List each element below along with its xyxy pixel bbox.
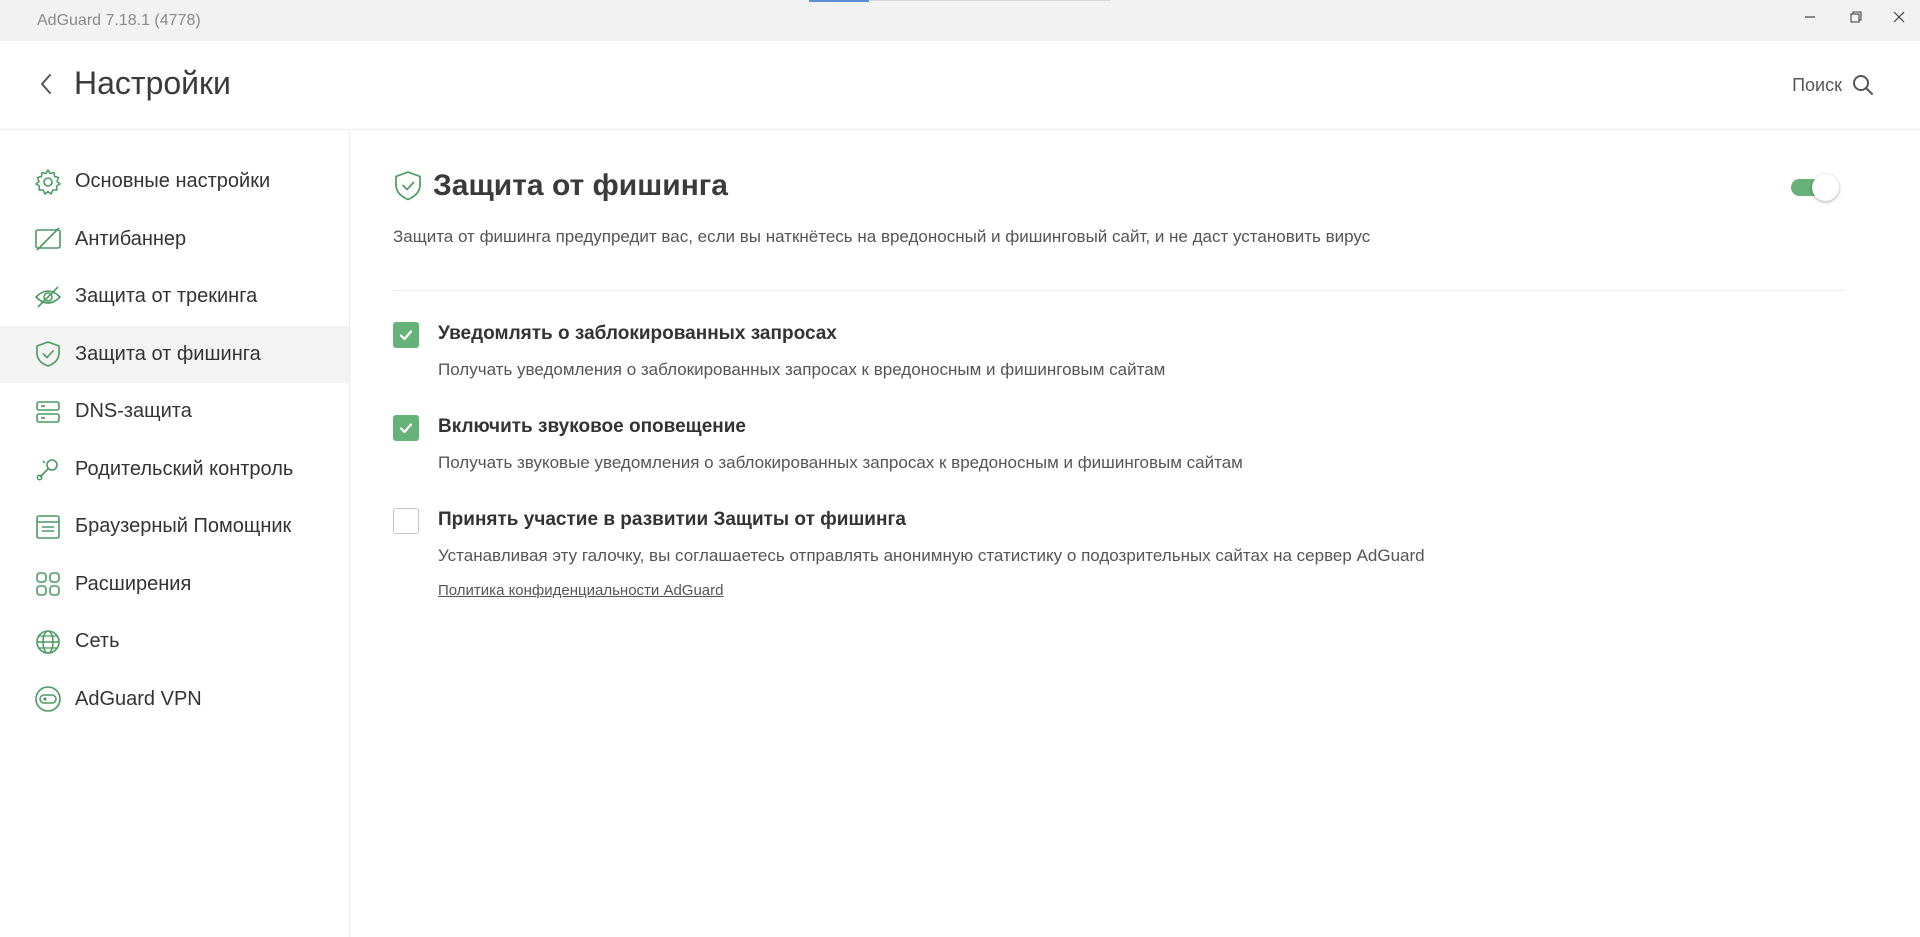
page-title: Настройки [74,65,231,101]
restore-icon [1850,11,1862,23]
sidebar-item-extensions[interactable]: Расширения [0,556,349,614]
vpn-icon [34,685,62,713]
sidebar-item-network[interactable]: Сеть [0,613,349,671]
back-button[interactable] [36,71,58,97]
divider [393,290,1845,291]
tab-indicator [809,0,869,2]
globe-icon [34,628,62,656]
toggle-knob [1812,174,1839,201]
sidebar-item-parental-control[interactable]: Родительский контроль [0,441,349,499]
sidebar-item-label: DNS-защита [75,400,192,423]
sidebar: Основные настройки Антибаннер Защита от … [0,131,350,937]
sidebar-item-label: Родительский контроль [75,457,294,480]
phishing-protection-toggle[interactable] [1789,172,1841,202]
notify-blocked-checkbox[interactable] [393,322,419,348]
section-header: Защита от фишинга [393,166,728,206]
chevron-left-icon [41,74,51,94]
search-icon [1853,75,1873,95]
eye-off-icon [34,283,62,311]
option-description: Устанавливая эту галочку, вы соглашаетес… [438,546,1425,565]
search-label: Поиск [1792,74,1842,95]
section-title: Защита от фишинга [433,169,728,202]
tab-indicator-track [869,0,1111,1]
option-description: Получать звуковые уведомления о заблокир… [438,453,1243,472]
sidebar-item-adguard-vpn[interactable]: AdGuard VPN [0,671,349,729]
checkmark-icon [399,423,413,434]
option-title: Принять участие в развитии Защиты от фиш… [438,509,906,530]
privacy-policy-link[interactable]: Политика конфиденциальности AdGuard [438,582,724,599]
minimize-icon [1805,16,1815,18]
server-icon [34,398,62,426]
sidebar-item-label: Сеть [75,630,120,653]
shield-check-icon [34,340,62,368]
close-icon [1893,11,1905,23]
sidebar-item-browser-assistant[interactable]: Браузерный Помощник [0,498,349,556]
close-button[interactable] [1876,0,1920,34]
window-title: AdGuard 7.18.1 (4778) [37,12,201,29]
sidebar-item-label: Защита от фишинга [75,342,261,365]
option-title: Уведомлять о заблокированных запросах [438,323,837,344]
option-description: Получать уведомления о заблокированных з… [438,360,1166,379]
shield-check-icon [395,171,421,201]
search-button[interactable]: Поиск [1792,72,1874,98]
minimize-button[interactable] [1787,0,1833,34]
grid-icon [34,570,62,598]
sidebar-item-tracking-protection[interactable]: Защита от трекинга [0,268,349,326]
restore-button[interactable] [1833,0,1879,34]
sidebar-item-label: Браузерный Помощник [75,515,292,538]
sidebar-item-general-settings[interactable]: Основные настройки [0,153,349,211]
sidebar-item-label: Основные настройки [75,170,271,193]
sidebar-item-label: AdGuard VPN [75,687,202,710]
page-header: Настройки Поиск [0,41,1920,130]
sound-alert-checkbox[interactable] [393,415,419,441]
option-title: Включить звуковое оповещение [438,416,746,437]
sidebar-item-antibanner[interactable]: Антибаннер [0,211,349,269]
sidebar-item-dns-protection[interactable]: DNS-защита [0,383,349,441]
section-description: Защита от фишинга предупредит вас, если … [393,227,1371,246]
ad-block-icon [34,225,62,253]
sidebar-item-label: Защита от трекинга [75,285,258,308]
sidebar-item-phishing-protection[interactable]: Защита от фишинга [0,325,349,383]
title-bar: AdGuard 7.18.1 (4778) [0,0,1920,41]
checkmark-icon [399,330,413,341]
rattle-icon [34,455,62,483]
participate-checkbox[interactable] [393,508,419,534]
sidebar-item-label: Расширения [75,572,192,595]
browser-icon [34,513,62,541]
gear-icon [34,168,62,196]
sidebar-item-label: Антибаннер [75,227,187,250]
